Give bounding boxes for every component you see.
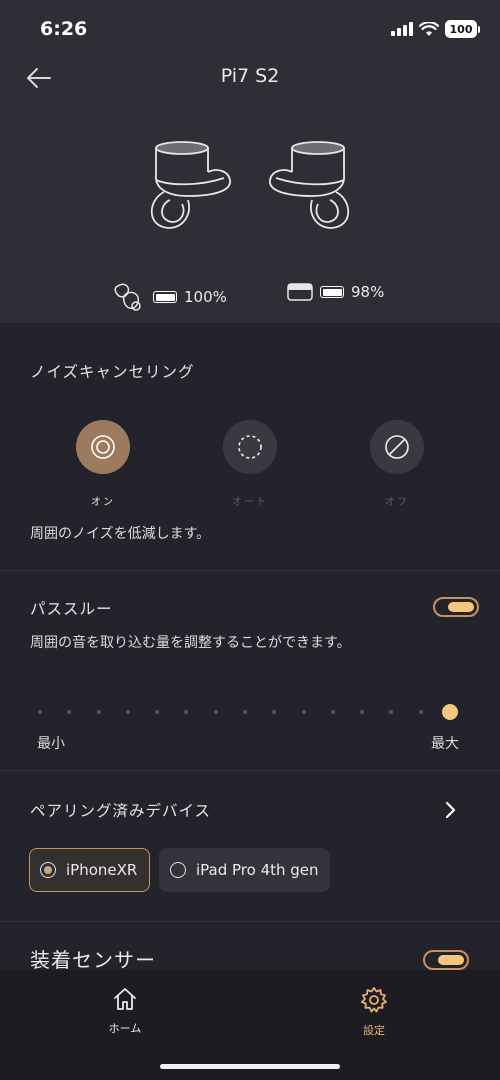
noise-cancelling-title: ノイズキャンセリング: [30, 363, 195, 381]
divider: [0, 770, 500, 771]
slider-stop: [301, 710, 306, 714]
slider-min-label: 最小: [37, 736, 65, 752]
anc-on-icon: [91, 435, 115, 459]
slider-stop: [272, 710, 277, 714]
tab-settings-label: 設定: [363, 1024, 385, 1037]
radio-selected-icon: [40, 862, 56, 878]
passthrough-slider[interactable]: [38, 700, 460, 724]
anc-on-label: オン: [91, 497, 115, 508]
slider-max-label: 最大: [431, 736, 459, 752]
device-chip-ipad[interactable]: iPad Pro 4th gen: [159, 848, 330, 892]
earbuds-battery-level: 100%: [184, 288, 227, 306]
device-chip-iphonexr[interactable]: iPhoneXR: [29, 848, 150, 892]
device-name: iPhoneXR: [66, 861, 138, 879]
slider-stop: [38, 710, 42, 714]
passthrough-description: 周囲の音を取り込む量を調整することができます。: [30, 635, 351, 651]
tab-settings[interactable]: 設定: [329, 986, 419, 1038]
battery-tip: [478, 25, 480, 33]
slider-stop: [184, 710, 189, 714]
anc-auto-button[interactable]: [223, 420, 277, 474]
gear-icon: [361, 987, 387, 1013]
anc-auto-label: オート: [232, 497, 268, 508]
earbuds-icon: [114, 283, 141, 311]
home-icon: [114, 988, 136, 1010]
slider-stop: [125, 710, 130, 714]
paired-devices-title: ペアリング済みデバイス: [30, 802, 212, 820]
battery-row: 100% 98%: [0, 282, 500, 312]
status-bar: 6:26 100: [0, 0, 500, 60]
earbuds-illustration: [150, 141, 350, 229]
radio-unselected-icon: [170, 862, 186, 878]
anc-off-button[interactable]: [370, 420, 424, 474]
anc-on-button[interactable]: [76, 420, 130, 474]
slider-stop: [243, 710, 247, 714]
charging-case-icon: [287, 283, 313, 301]
earbuds-battery: 100%: [112, 282, 227, 312]
slider-stop: [330, 710, 335, 714]
noise-cancelling-description: 周囲のノイズを低減します。: [30, 526, 211, 542]
case-battery-level: 98%: [351, 283, 385, 301]
wear-sensor-title: 装着センサー: [30, 948, 156, 972]
slider-stop: [389, 710, 394, 714]
chevron-right-icon[interactable]: [440, 800, 460, 820]
home-indicator: [160, 1064, 340, 1069]
divider: [0, 921, 500, 922]
slider-stop: [96, 710, 101, 714]
battery-indicator: 100: [445, 20, 477, 38]
slider-stop: [360, 710, 365, 714]
slider-stop: [67, 710, 72, 714]
passthrough-toggle[interactable]: [433, 597, 479, 617]
case-battery-icon: [320, 286, 344, 298]
cellular-signal-icon: [391, 22, 413, 36]
page-title: Pi7 S2: [220, 65, 280, 87]
device-name: iPad Pro 4th gen: [196, 861, 319, 879]
anc-off-label: オフ: [385, 497, 409, 508]
slider-stop: [418, 710, 423, 714]
passthrough-title: パススルー: [30, 600, 113, 618]
slider-stop: [213, 710, 218, 714]
status-time: 6:26: [40, 18, 88, 40]
earbuds-battery-icon: [153, 291, 177, 303]
anc-off-icon: [385, 435, 409, 459]
slider-stop: [155, 710, 160, 714]
status-icons: 100: [391, 20, 480, 38]
wifi-icon: [419, 21, 439, 36]
tab-home-label: ホーム: [108, 1022, 142, 1035]
slider-thumb[interactable]: [442, 704, 458, 720]
wear-sensor-toggle[interactable]: [423, 950, 469, 970]
case-battery: 98%: [287, 282, 384, 302]
anc-auto-icon: [238, 435, 262, 459]
divider: [0, 570, 500, 571]
tab-home[interactable]: ホーム: [80, 986, 170, 1036]
